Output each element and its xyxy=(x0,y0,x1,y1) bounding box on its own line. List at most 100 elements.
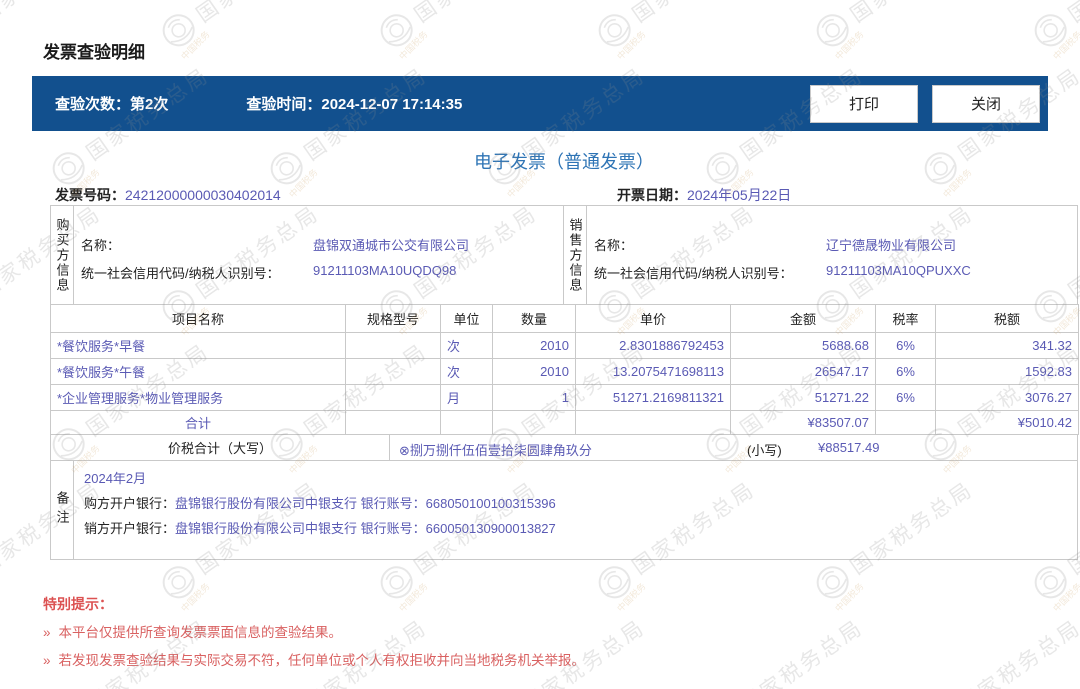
watermark-text: 国家税务总局 xyxy=(844,0,979,29)
watermark-gold-text: 中国税务 xyxy=(615,29,648,62)
remarks-period: 2024年2月 xyxy=(84,471,147,486)
watermark-gold-text: 中国税务 xyxy=(1051,29,1080,62)
watermark-gold-text: 中国税务 xyxy=(397,29,430,62)
item-name: *餐饮服务*早餐 xyxy=(50,332,346,359)
col-header-amount: 金额 xyxy=(730,304,876,333)
item-spec xyxy=(345,358,441,385)
notice-item-text: 若发现发票查验结果与实际交易不符，任何单位或个人有权拒收并向当地税务机关举报。 xyxy=(58,653,586,668)
table-row: *餐饮服务*早餐 次 2010 2.8301886792453 5688.68 … xyxy=(50,332,1079,359)
col-header-tax-rate: 税率 xyxy=(875,304,936,333)
item-price: 13.2075471698113 xyxy=(575,358,731,385)
col-header-item-name: 项目名称 xyxy=(50,304,346,333)
item-unit: 月 xyxy=(440,384,493,411)
invoice-date: 开票日期：2024年05月22日 xyxy=(617,185,791,205)
buyer-name-line: 名称： 盘锦双通城市公交有限公司 xyxy=(81,235,559,254)
watermark-gold-text: 中国税务 xyxy=(179,581,212,614)
watermark-text: 国家税务总局 xyxy=(0,0,107,29)
item-qty: 2010 xyxy=(492,358,576,385)
item-tax-rate: 6% xyxy=(875,384,936,411)
watermark-tile: 国家税务总局中国税务 xyxy=(591,0,762,62)
seller-bank-label: 销方开户银行： xyxy=(84,521,176,536)
watermark-text: 国家税务总局 xyxy=(736,615,868,689)
watermark-text: 国家税务总局 xyxy=(408,0,543,29)
item-tax: 341.32 xyxy=(935,332,1079,359)
grand-total-words: ⊗捌万捌仟伍佰壹拾柒圆肆角玖分 xyxy=(399,443,592,458)
item-tax: 3076.27 xyxy=(935,384,1079,411)
buyer-bank-label: 购方开户银行： xyxy=(84,496,176,511)
invoice-number: 发票号码：24212000000030402014 xyxy=(55,185,281,205)
check-count-label: 查验次数： xyxy=(55,96,131,113)
buyer-seller-row: 购买方信息 名称： 盘锦双通城市公交有限公司 统一社会信用代码/纳税人识别号： … xyxy=(50,205,1078,305)
invoice-box: 购买方信息 名称： 盘锦双通城市公交有限公司 统一社会信用代码/纳税人识别号： … xyxy=(50,205,1079,560)
seller-info: 名称： 辽宁德晟物业有限公司 统一社会信用代码/纳税人识别号： 91211103… xyxy=(587,206,1077,304)
notice-title: 特别提示： xyxy=(43,596,113,612)
watermark-text: 国家税务总局 xyxy=(1062,0,1080,29)
verification-toolbar: 查验次数：第2次 查验时间：2024-12-07 17:14:35 打印 关闭 xyxy=(32,76,1048,131)
total-label: 合计 xyxy=(50,410,346,435)
item-qty: 1 xyxy=(492,384,576,411)
item-amount: 5688.68 xyxy=(730,332,876,359)
item-name: *企业管理服务*物业管理服务 xyxy=(50,384,346,411)
col-header-spec: 规格型号 xyxy=(345,304,441,333)
watermark-tile: 国家税务总局中国税务 xyxy=(699,610,870,689)
col-header-price: 单价 xyxy=(575,304,731,333)
item-tax: 1592.83 xyxy=(935,358,1079,385)
check-count: 查验次数：第2次 xyxy=(55,93,168,114)
notice-item: » 若发现发票查验结果与实际交易不符，任何单位或个人有权拒收并向当地税务机关举报。 xyxy=(43,649,585,669)
notice-bullet-icon: » xyxy=(43,625,51,640)
watermark-tile: 国家税务总局中国税务 xyxy=(809,0,980,62)
seller-taxid-value: 91211103MA10QPUXXC xyxy=(826,263,971,278)
notice-bullet-icon: » xyxy=(43,653,51,668)
col-header-qty: 数量 xyxy=(492,304,576,333)
watermark-gold-text: 中国税务 xyxy=(179,29,212,62)
seller-taxid-label: 统一社会信用代码/纳税人识别号： xyxy=(594,266,793,281)
watermark-tile: 国家税务总局中国税务 xyxy=(1027,0,1080,62)
notice-item-text: 本平台仅提供所查询发票票面信息的查验结果。 xyxy=(58,625,343,640)
seller-name-value: 辽宁德晟物业有限公司 xyxy=(826,238,957,253)
tax-emblem-icon xyxy=(1034,14,1067,47)
buyer-name-value: 盘锦双通城市公交有限公司 xyxy=(313,238,470,253)
items-header-row: 项目名称 规格型号 单位 数量 单价 金额 税率 税额 xyxy=(50,304,1079,333)
item-tax-rate: 6% xyxy=(875,332,936,359)
buyer-bank-line: 购方开户银行：盘锦银行股份有限公司中银支行 银行账号：6680501001003… xyxy=(84,493,556,512)
table-row: *餐饮服务*午餐 次 2010 13.2075471698113 26547.1… xyxy=(50,358,1079,385)
close-button[interactable]: 关闭 xyxy=(932,84,1040,123)
item-unit: 次 xyxy=(440,358,493,385)
notice-item: » 本平台仅提供所查询发票票面信息的查验结果。 xyxy=(43,621,342,641)
tax-emblem-icon xyxy=(162,566,195,599)
col-header-unit: 单位 xyxy=(440,304,493,333)
grand-total-small-value: ¥88517.49 xyxy=(818,440,880,455)
invoice-date-value: 2024年05月22日 xyxy=(687,187,792,203)
seller-taxid-line: 统一社会信用代码/纳税人识别号： 91211103MA10QPUXXC xyxy=(594,263,1073,282)
col-header-tax: 税额 xyxy=(935,304,1079,333)
item-amount: 51271.22 xyxy=(730,384,876,411)
watermark-tile: 国家税务总局中国税务 xyxy=(917,610,1080,689)
watermark-tile: 国家税务总局中国税务 xyxy=(155,0,326,62)
watermark-gold-text: 中国税务 xyxy=(1051,581,1080,614)
total-price-empty xyxy=(575,410,731,435)
seller-bank-value: 盘锦银行股份有限公司中银支行 银行账号：660050130900013827 xyxy=(175,521,556,536)
seller-bank-line: 销方开户银行：盘锦银行股份有限公司中银支行 银行账号：6600501309000… xyxy=(84,518,556,537)
check-time: 查验时间：2024-12-07 17:14:35 xyxy=(246,93,462,114)
buyer-taxid-line: 统一社会信用代码/纳税人识别号： 91211103MA10UQDQ98 xyxy=(81,263,559,282)
invoice-date-label: 开票日期： xyxy=(617,187,687,203)
remarks-body: 2024年2月 购方开户银行：盘锦银行股份有限公司中银支行 银行账号：66805… xyxy=(74,461,1076,559)
buyer-taxid-value: 91211103MA10UQDQ98 xyxy=(313,263,457,278)
total-tax-rate-empty xyxy=(875,410,936,435)
tax-emblem-icon xyxy=(598,14,631,47)
remarks-side-label: 备注 xyxy=(51,461,74,559)
print-button[interactable]: 打印 xyxy=(810,84,918,123)
remarks-row: 备注 2024年2月 购方开户银行：盘锦银行股份有限公司中银支行 银行账号：66… xyxy=(50,460,1078,560)
buyer-name-label: 名称： xyxy=(81,238,121,253)
item-qty: 2010 xyxy=(492,332,576,359)
tax-emblem-icon xyxy=(380,566,413,599)
invoice-head-row: 发票号码：24212000000030402014 开票日期：2024年05月2… xyxy=(50,185,1078,205)
item-amount: 26547.17 xyxy=(730,358,876,385)
tax-emblem-icon xyxy=(816,566,849,599)
item-tax-rate: 6% xyxy=(875,358,936,385)
check-count-value: 第2次 xyxy=(130,96,169,113)
buyer-bank-value: 盘锦银行股份有限公司中银支行 银行账号：668050100100315396 xyxy=(175,496,556,511)
item-price: 51271.2169811321 xyxy=(575,384,731,411)
item-spec xyxy=(345,384,441,411)
invoice-number-label: 发票号码： xyxy=(55,187,125,203)
